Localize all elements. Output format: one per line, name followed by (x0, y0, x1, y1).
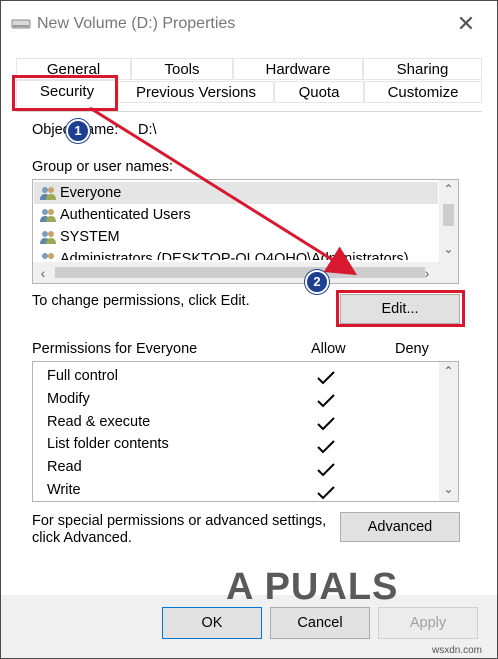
list-item-label: Administrators (DESKTOP-OLO4QHO\Administ… (60, 251, 409, 260)
scroll-up-icon[interactable]: ⌃ (439, 364, 458, 378)
perm-modify: Modify (47, 391, 90, 407)
window-title: New Volume (D:) Properties (37, 15, 236, 32)
scroll-right-icon[interactable]: › (419, 265, 435, 281)
ok-button[interactable]: OK (162, 607, 262, 639)
tab-quota[interactable]: Quota (274, 81, 364, 103)
groups-listbox[interactable]: Everyone Authenticated Users SYSTEM Admi… (32, 179, 459, 284)
allow-check-icon (317, 463, 335, 477)
users-icon (40, 209, 56, 222)
permissions-label: Permissions for Everyone (32, 341, 198, 357)
scroll-down-icon[interactable]: ⌄ (439, 482, 458, 496)
watermark-logo: A PUALS (226, 566, 399, 608)
users-icon (40, 231, 56, 244)
permissions-list: Full control Modify Read & execute List … (32, 361, 459, 502)
site-watermark: wsxdn.com (432, 645, 483, 656)
tab-hardware[interactable]: Hardware (233, 58, 363, 80)
allow-header: Allow (311, 341, 346, 357)
tab-customize[interactable]: Customize (364, 81, 482, 103)
users-icon (42, 253, 54, 259)
step-1-callout: 1 (66, 119, 90, 143)
change-permissions-text: To change permissions, click Edit. (32, 293, 250, 309)
allow-check-icon (317, 440, 335, 454)
permissions-scrollbar[interactable]: ⌃ ⌄ (439, 362, 458, 501)
cancel-button[interactable]: Cancel (270, 607, 370, 639)
list-item-label: SYSTEM (60, 229, 120, 245)
perm-list-folder-contents: List folder contents (47, 436, 169, 452)
perm-write: Write (47, 482, 81, 498)
special-permissions-text-2: click Advanced. (32, 530, 132, 546)
security-tab-highlight (12, 75, 118, 111)
allow-check-icon (317, 417, 335, 431)
users-icon (40, 187, 56, 200)
close-icon[interactable]: ✕ (451, 9, 481, 39)
groups-horizontal-scrollbar[interactable]: ‹ › (33, 262, 458, 283)
object-name-value: D:\ (138, 122, 157, 138)
perm-read-execute: Read & execute (47, 414, 151, 430)
scroll-thumb[interactable] (443, 204, 454, 226)
scroll-up-icon[interactable]: ⌃ (439, 182, 458, 196)
scroll-thumb[interactable] (55, 267, 425, 278)
title-bar: New Volume (D:) Properties ✕ (1, 1, 497, 49)
deny-header: Deny (395, 341, 429, 357)
perm-read: Read (47, 459, 82, 475)
special-permissions-text-1: For special permissions or advanced sett… (32, 513, 327, 529)
list-item-system[interactable]: SYSTEM (34, 226, 438, 248)
allow-check-icon (317, 371, 335, 385)
tab-previous-versions[interactable]: Previous Versions (118, 81, 274, 103)
allow-check-icon (317, 394, 335, 408)
list-item-administrators[interactable]: Administrators (DESKTOP-OLO4QHO\Administ… (34, 248, 438, 260)
tab-sharing[interactable]: Sharing (363, 58, 482, 80)
edit-button-highlight (336, 290, 465, 327)
list-item-authenticated-users[interactable]: Authenticated Users (34, 204, 438, 226)
list-item-label: Everyone (60, 185, 122, 201)
advanced-button[interactable]: Advanced (340, 512, 460, 542)
tab-panel-border (16, 111, 482, 112)
step-2-callout: 2 (305, 270, 329, 294)
apply-button[interactable]: Apply (378, 607, 478, 639)
perm-full-control: Full control (47, 368, 118, 384)
tab-tools[interactable]: Tools (131, 58, 233, 80)
scroll-left-icon[interactable]: ‹ (35, 265, 51, 281)
scroll-down-icon[interactable]: ⌄ (439, 242, 458, 256)
allow-check-icon (317, 486, 335, 500)
groups-vertical-scrollbar[interactable]: ⌃ ⌄ (439, 180, 458, 262)
drive-icon (11, 19, 31, 29)
list-item-label: Authenticated Users (60, 207, 191, 223)
groups-label: Group or user names: (32, 159, 174, 175)
list-item-everyone[interactable]: Everyone (34, 182, 438, 204)
